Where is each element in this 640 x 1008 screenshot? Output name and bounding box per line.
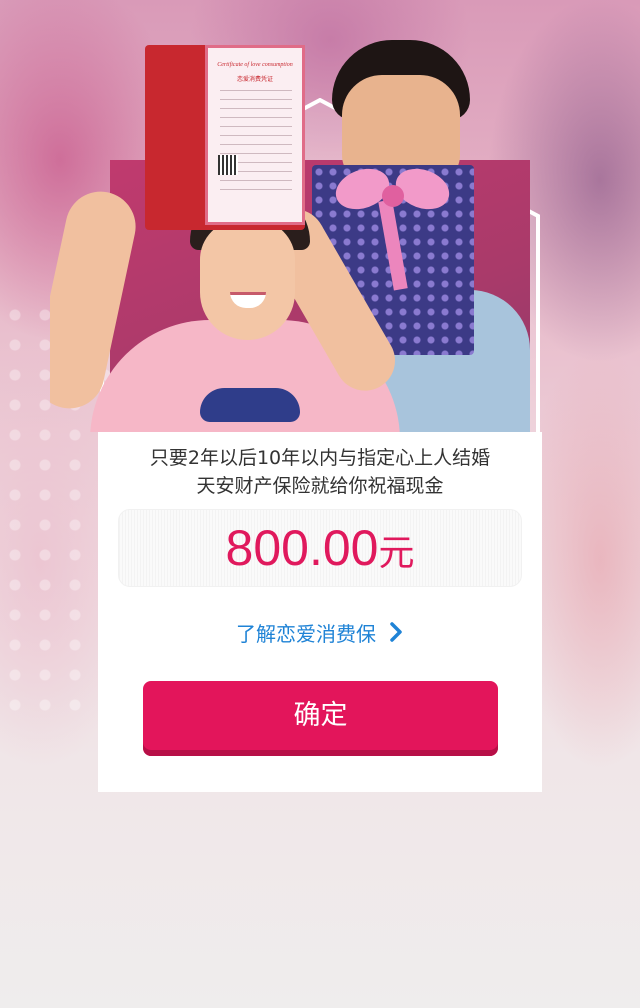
hero-photo: Certificate of love consumption 恋爱消费凭证	[50, 40, 530, 432]
certificate-subtitle: 恋爱消费凭证	[236, 76, 273, 83]
whale-print	[200, 388, 300, 422]
certificate-text-lines	[220, 90, 292, 190]
woman-face	[200, 220, 295, 340]
description-line-1: 只要2年以后10年以内与指定心上人结婚	[149, 447, 491, 469]
description-line-2: 天安财产保险就给你祝福现金	[196, 475, 444, 497]
confirm-button[interactable]: 确定	[143, 681, 498, 756]
offer-description: 只要2年以后10年以内与指定心上人结婚 天安财产保险就给你祝福现金	[98, 444, 542, 500]
chevron-right-icon	[390, 622, 402, 642]
learn-more-label: 了解恋爱消费保	[236, 621, 376, 646]
amount-box: 800.00元	[118, 509, 522, 587]
qr-code-icon	[218, 155, 238, 175]
certificate-title: Certificate of love consumption	[217, 62, 293, 68]
learn-more-link[interactable]: 了解恋爱消费保	[236, 618, 406, 646]
amount-unit: 元	[378, 533, 415, 574]
amount-value: 800.00	[225, 520, 379, 576]
gift-bow-knot	[382, 185, 404, 207]
